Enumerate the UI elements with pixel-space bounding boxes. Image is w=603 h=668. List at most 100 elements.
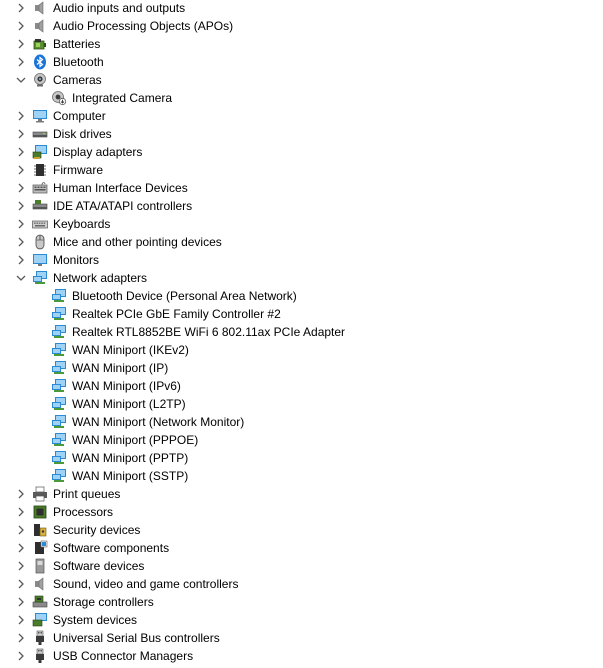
tree-category-audio-processing-objects-apos[interactable]: Audio Processing Objects (APOs) (0, 17, 603, 35)
tree-device-integrated-camera[interactable]: Integrated Camera (0, 89, 603, 107)
chevron-down-icon[interactable] (15, 74, 27, 86)
security-device-icon (32, 522, 48, 538)
usb-icon (32, 648, 48, 664)
tree-category-cameras[interactable]: Cameras (0, 71, 603, 89)
camera-icon (32, 72, 48, 88)
chevron-right-icon[interactable] (15, 596, 27, 608)
chevron-right-icon[interactable] (15, 218, 27, 230)
tree-category-processors[interactable]: Processors (0, 503, 603, 521)
tree-category-computer[interactable]: Computer (0, 107, 603, 125)
tree-category-software-devices[interactable]: Software devices (0, 557, 603, 575)
tree-category-network-adapters[interactable]: Network adapters (0, 269, 603, 287)
computer-icon (32, 108, 48, 124)
chevron-right-icon[interactable] (15, 200, 27, 212)
tree-item-label: Realtek RTL8852BE WiFi 6 802.11ax PCIe A… (72, 325, 346, 339)
tree-device-wan-miniport-sstp[interactable]: WAN Miniport (SSTP) (0, 467, 603, 485)
tree-category-universal-serial-bus-controllers[interactable]: Universal Serial Bus controllers (0, 629, 603, 647)
disk-drive-icon (32, 126, 48, 142)
tree-category-print-queues[interactable]: Print queues (0, 485, 603, 503)
tree-category-ide-ata-atapi-controllers[interactable]: IDE ATA/ATAPI controllers (0, 197, 603, 215)
chevron-right-icon[interactable] (15, 38, 27, 50)
tree-item-label: Audio inputs and outputs (53, 1, 186, 15)
tree-category-software-components[interactable]: Software components (0, 539, 603, 557)
tree-category-keyboards[interactable]: Keyboards (0, 215, 603, 233)
chevron-right-icon[interactable] (15, 2, 27, 14)
chevron-right-icon[interactable] (15, 128, 27, 140)
tree-item-label: Integrated Camera (72, 91, 173, 105)
chevron-right-icon[interactable] (15, 632, 27, 644)
tree-category-batteries[interactable]: Batteries (0, 35, 603, 53)
tree-category-security-devices[interactable]: Security devices (0, 521, 603, 539)
tree-category-storage-controllers[interactable]: Storage controllers (0, 593, 603, 611)
keyboard-icon (32, 216, 48, 232)
tree-category-system-devices[interactable]: System devices (0, 611, 603, 629)
chevron-right-icon[interactable] (15, 20, 27, 32)
software-component-icon (32, 540, 48, 556)
network-adapter-icon (51, 432, 67, 448)
tree-category-display-adapters[interactable]: Display adapters (0, 143, 603, 161)
speaker-icon (32, 18, 48, 34)
tree-item-label: Print queues (53, 487, 121, 501)
tree-item-label: Computer (53, 109, 106, 123)
chevron-down-icon[interactable] (15, 272, 27, 284)
tree-item-label: WAN Miniport (IPv6) (72, 379, 181, 393)
tree-category-firmware[interactable]: Firmware (0, 161, 603, 179)
tree-device-wan-miniport-pptp[interactable]: WAN Miniport (PPTP) (0, 449, 603, 467)
chevron-right-icon[interactable] (15, 164, 27, 176)
tree-device-bluetooth-device-personal-area-network[interactable]: Bluetooth Device (Personal Area Network) (0, 287, 603, 305)
display-adapter-icon (32, 144, 48, 160)
tree-category-usb-connector-managers[interactable]: USB Connector Managers (0, 647, 603, 665)
chevron-right-icon[interactable] (15, 254, 27, 266)
chevron-right-icon[interactable] (15, 650, 27, 662)
tree-item-label: Sound, video and game controllers (53, 577, 239, 591)
tree-item-label: Software components (53, 541, 170, 555)
tree-item-label: Realtek PCIe GbE Family Controller #2 (72, 307, 281, 321)
tree-category-disk-drives[interactable]: Disk drives (0, 125, 603, 143)
tree-item-label: Monitors (53, 253, 100, 267)
tree-category-monitors[interactable]: Monitors (0, 251, 603, 269)
tree-item-label: Processors (53, 505, 114, 519)
chevron-right-icon[interactable] (15, 56, 27, 68)
chevron-right-icon[interactable] (15, 182, 27, 194)
network-adapter-icon (51, 360, 67, 376)
usb-icon (32, 630, 48, 646)
tree-item-label: Disk drives (53, 127, 112, 141)
chevron-right-icon[interactable] (15, 578, 27, 590)
tree-device-wan-miniport-ikev2[interactable]: WAN Miniport (IKEv2) (0, 341, 603, 359)
chevron-right-icon[interactable] (15, 236, 27, 248)
tree-item-label: Storage controllers (53, 595, 154, 609)
chevron-right-icon[interactable] (15, 146, 27, 158)
tree-item-label: Mice and other pointing devices (53, 235, 222, 249)
tree-item-label: Software devices (53, 559, 145, 573)
chevron-right-icon[interactable] (15, 488, 27, 500)
tree-category-audio-inputs-and-outputs[interactable]: Audio inputs and outputs (0, 0, 603, 17)
tree-device-wan-miniport-network-monitor[interactable]: WAN Miniport (Network Monitor) (0, 413, 603, 431)
tree-category-bluetooth[interactable]: Bluetooth (0, 53, 603, 71)
tree-item-label: WAN Miniport (SSTP) (72, 469, 189, 483)
tree-device-wan-miniport-pppoe[interactable]: WAN Miniport (PPPOE) (0, 431, 603, 449)
tree-item-label: WAN Miniport (PPPOE) (72, 433, 199, 447)
tree-device-wan-miniport-ip[interactable]: WAN Miniport (IP) (0, 359, 603, 377)
tree-category-mice-and-other-pointing-devices[interactable]: Mice and other pointing devices (0, 233, 603, 251)
chevron-right-icon[interactable] (15, 614, 27, 626)
tree-device-wan-miniport-l2tp[interactable]: WAN Miniport (L2TP) (0, 395, 603, 413)
camera-device-icon (51, 90, 67, 106)
chevron-right-icon[interactable] (15, 524, 27, 536)
network-adapter-icon (51, 306, 67, 322)
tree-category-sound-video-and-game-controllers[interactable]: Sound, video and game controllers (0, 575, 603, 593)
tree-item-label: Batteries (53, 37, 101, 51)
printer-icon (32, 486, 48, 502)
tree-device-wan-miniport-ipv6[interactable]: WAN Miniport (IPv6) (0, 377, 603, 395)
tree-item-label: Keyboards (53, 217, 111, 231)
chevron-right-icon[interactable] (15, 506, 27, 518)
chevron-right-icon[interactable] (15, 110, 27, 122)
tree-category-human-interface-devices[interactable]: Human Interface Devices (0, 179, 603, 197)
network-adapter-icon (51, 378, 67, 394)
network-adapter-icon (51, 342, 67, 358)
tree-device-realtek-pcie-gbe-family-controller-2[interactable]: Realtek PCIe GbE Family Controller #2 (0, 305, 603, 323)
chevron-right-icon[interactable] (15, 560, 27, 572)
speaker-icon (32, 576, 48, 592)
battery-icon (32, 36, 48, 52)
tree-device-realtek-rtl8852be-wifi-6-802-11ax-pcie-adapter[interactable]: Realtek RTL8852BE WiFi 6 802.11ax PCIe A… (0, 323, 603, 341)
chevron-right-icon[interactable] (15, 542, 27, 554)
